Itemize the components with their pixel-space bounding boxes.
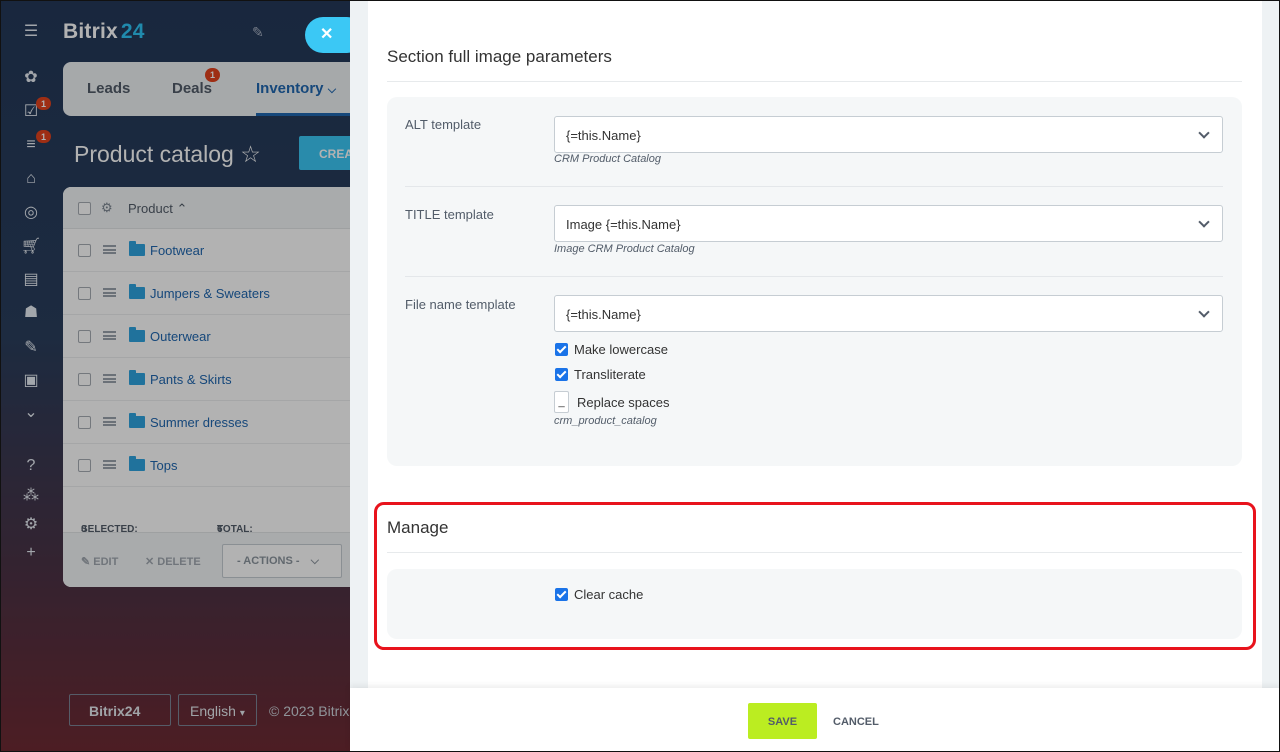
replace-char-input[interactable]: _ [554,391,569,413]
replace-spaces-label[interactable]: Replace spaces [577,395,670,410]
divider [405,186,1223,187]
title-template-label: TITLE template [405,207,494,222]
make-lowercase-checkbox[interactable] [555,343,568,356]
alt-template-label: ALT template [405,117,482,132]
close-icon: ✕ [320,26,334,43]
file-name-template-value: {=this.Name} [566,307,641,322]
title-template-value: Image {=this.Name} [566,217,681,232]
file-name-template-hint: crm_product_catalog [554,415,657,427]
divider [405,276,1223,277]
file-name-template-label: File name template [405,297,516,312]
cancel-button[interactable]: CANCEL [833,716,879,728]
section-title: Section full image parameters [387,47,612,66]
highlight-box [374,502,1256,650]
alt-template-hint: CRM Product Catalog [554,153,661,165]
image-params-block: ALT template {=this.Name} CRM Product Ca… [387,97,1242,466]
make-lowercase-label[interactable]: Make lowercase [574,342,668,357]
alt-template-value: {=this.Name} [566,128,641,143]
title-template-select[interactable]: Image {=this.Name} [554,205,1223,242]
chevron-down-icon [1198,216,1210,228]
transliterate-label[interactable]: Transliterate [574,367,646,382]
save-button[interactable]: SAVE [748,703,817,739]
file-name-template-select[interactable]: {=this.Name} [554,295,1223,332]
chevron-down-icon [1198,127,1210,139]
title-template-hint: Image CRM Product Catalog [554,243,695,255]
chevron-down-icon [1198,306,1210,318]
divider [387,81,1242,82]
transliterate-checkbox[interactable] [555,368,568,381]
alt-template-select[interactable]: {=this.Name} [554,116,1223,153]
slider-button-bar: SAVE CANCEL [350,688,1280,752]
overlay-dim [0,0,350,752]
